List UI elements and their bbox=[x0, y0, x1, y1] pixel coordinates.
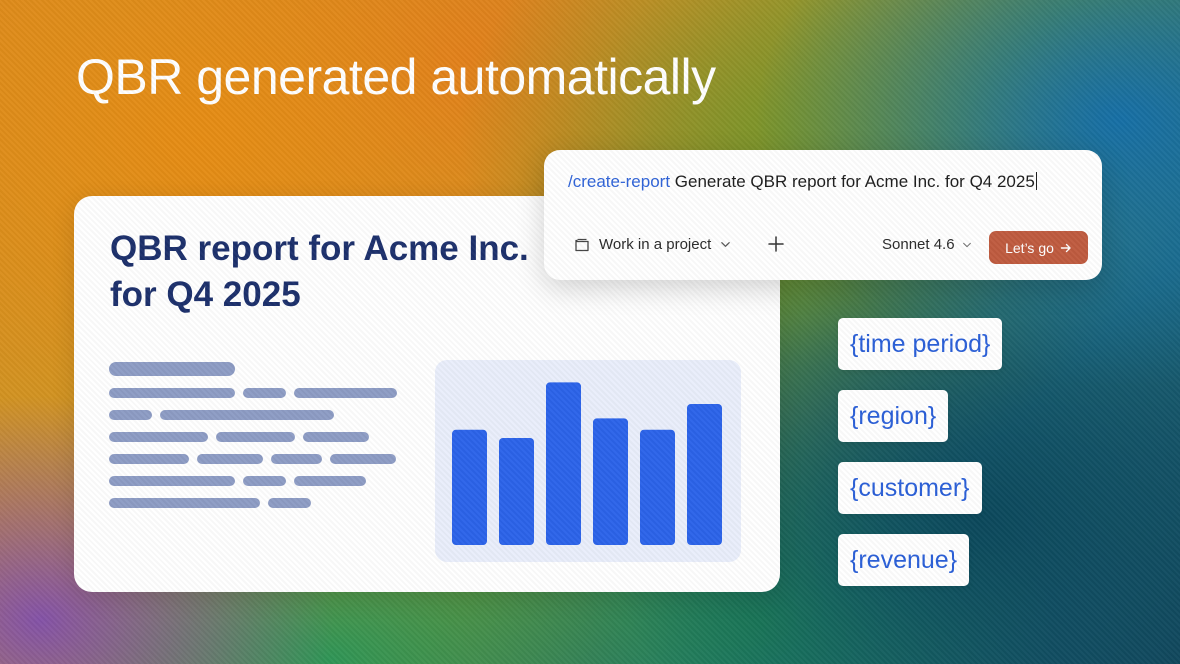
chart-bar bbox=[499, 437, 534, 545]
variable-chip-customer[interactable]: {customer} bbox=[838, 462, 982, 514]
skeleton-line bbox=[216, 432, 295, 442]
model-selector-label: Sonnet 4.6 bbox=[882, 236, 955, 253]
add-button[interactable] bbox=[766, 234, 786, 254]
chart-bar bbox=[546, 382, 581, 545]
skeleton-line bbox=[109, 410, 152, 420]
chart-bar bbox=[593, 418, 628, 545]
variable-chip-revenue[interactable]: {revenue} bbox=[838, 534, 970, 586]
skeleton-line bbox=[243, 476, 286, 486]
report-title-line-1: QBR report for Acme Inc. bbox=[110, 229, 529, 268]
skeleton-line bbox=[109, 454, 189, 464]
skeleton-line bbox=[294, 388, 397, 398]
chart-bar bbox=[640, 429, 675, 545]
skeleton-heading bbox=[109, 362, 235, 376]
skeleton-line bbox=[109, 498, 260, 508]
plus-icon bbox=[768, 236, 784, 252]
headline: QBR generated automatically bbox=[76, 49, 716, 105]
bar-chart bbox=[452, 382, 722, 545]
skeleton-line bbox=[109, 388, 235, 398]
arrow-right-icon bbox=[1060, 243, 1071, 252]
chart-bar bbox=[687, 403, 722, 545]
variable-chip-region[interactable]: {region} bbox=[838, 390, 949, 442]
skeleton-line bbox=[160, 410, 334, 420]
project-selector[interactable]: Work in a project bbox=[574, 236, 731, 253]
chevron-down-icon bbox=[721, 242, 731, 247]
prompt-input[interactable]: /create-report Generate QBR report for A… bbox=[568, 172, 1037, 192]
slash-command: /create-report bbox=[568, 172, 671, 191]
skeleton-line bbox=[330, 454, 396, 464]
lets-go-label: Let’s go bbox=[1005, 239, 1054, 256]
variable-chip-time-period[interactable]: {time period} bbox=[838, 318, 1003, 370]
skeleton-line bbox=[197, 454, 263, 464]
project-selector-label: Work in a project bbox=[599, 236, 712, 253]
report-title: QBR report for Acme Inc. for Q4 2025 bbox=[110, 226, 550, 318]
skeleton-line bbox=[109, 476, 235, 486]
skeleton-line bbox=[109, 432, 208, 442]
skeleton-line bbox=[268, 498, 311, 508]
skeleton-line bbox=[243, 388, 286, 398]
skeleton-line bbox=[271, 454, 322, 464]
prompt-text: Generate QBR report for Acme Inc. for Q4… bbox=[674, 172, 1035, 191]
lets-go-button[interactable]: Let’s go bbox=[989, 231, 1088, 264]
skeleton-line bbox=[303, 432, 369, 442]
chart-bar bbox=[452, 429, 487, 545]
folder-icon bbox=[575, 238, 589, 251]
skeleton-line bbox=[294, 476, 366, 486]
chevron-down-icon bbox=[962, 242, 971, 247]
text-cursor bbox=[1035, 172, 1037, 190]
chart-panel bbox=[435, 360, 741, 562]
model-selector[interactable]: Sonnet 4.6 bbox=[882, 236, 972, 253]
report-title-line-2: for Q4 2025 bbox=[110, 275, 301, 314]
prompt-card[interactable]: /create-report Generate QBR report for A… bbox=[544, 150, 1102, 280]
